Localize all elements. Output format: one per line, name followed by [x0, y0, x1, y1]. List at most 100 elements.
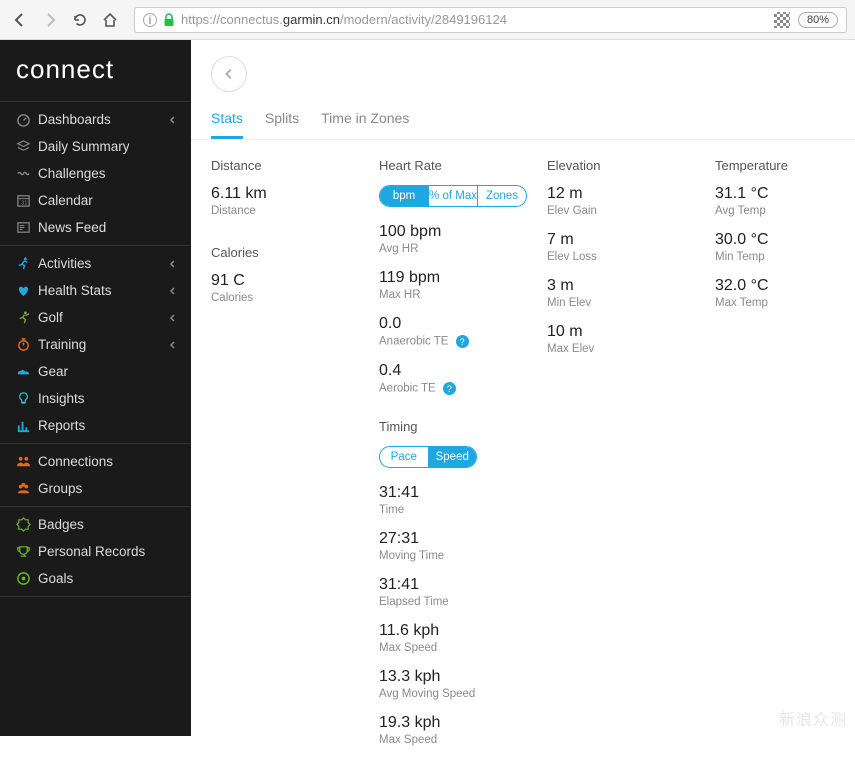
- sidebar-item-insights[interactable]: Insights: [0, 385, 191, 412]
- section-calories: Calories: [211, 245, 379, 260]
- pill-zones[interactable]: Zones: [477, 186, 526, 206]
- sidebar-item-activities[interactable]: Activities: [0, 250, 191, 277]
- metric-sublabel: Max Elev: [547, 343, 715, 355]
- metric-sublabel: Avg HR: [379, 243, 547, 255]
- chevron-down-icon: [167, 259, 177, 269]
- sidebar-item-goals[interactable]: Goals: [0, 565, 191, 592]
- hr-metric: 0.0 Anaerobic TE ?: [379, 315, 547, 348]
- metric-sublabel: Elev Loss: [547, 251, 715, 263]
- sidebar-item-groups[interactable]: Groups: [0, 475, 191, 502]
- timing-metric: 31:41Elapsed Time: [379, 576, 547, 608]
- zoom-badge[interactable]: 80%: [798, 12, 838, 28]
- metric-sublabel: Min Temp: [715, 251, 835, 263]
- sidebar-item-label: News Feed: [38, 220, 106, 235]
- metric-value: 0.0: [379, 315, 547, 333]
- logo: connect: [0, 40, 191, 101]
- sidebar-item-label: Insights: [38, 391, 85, 406]
- back-icon[interactable]: [8, 8, 32, 32]
- sidebar-item-label: Activities: [38, 256, 91, 271]
- metric-value: 3 m: [547, 277, 715, 295]
- tab-splits[interactable]: Splits: [265, 110, 299, 139]
- sidebar-item-news-feed[interactable]: News Feed: [0, 214, 191, 241]
- sidebar-item-label: Calendar: [38, 193, 93, 208]
- metric-value: 100 bpm: [379, 223, 547, 241]
- lock-icon: [163, 13, 175, 27]
- bulb-icon: [16, 391, 38, 406]
- sidebar-item-gear[interactable]: Gear: [0, 358, 191, 385]
- sidebar-item-label: Golf: [38, 310, 63, 325]
- metric-value: 12 m: [547, 185, 715, 203]
- chevron-down-icon: [167, 286, 177, 296]
- pill-pace[interactable]: Pace: [380, 447, 428, 467]
- elevation-metric: 10 mMax Elev: [547, 323, 715, 355]
- sidebar-item-calendar[interactable]: 31Calendar: [0, 187, 191, 214]
- temperature-metric: 32.0 °CMax Temp: [715, 277, 835, 309]
- metric-value: 7 m: [547, 231, 715, 249]
- section-timing: Timing: [379, 419, 547, 434]
- home-icon[interactable]: [98, 8, 122, 32]
- sidebar-item-training[interactable]: Training: [0, 331, 191, 358]
- timing-metric: 19.3 kphMax Speed: [379, 714, 547, 746]
- hr-metric: 100 bpm Avg HR: [379, 223, 547, 255]
- sidebar-item-personal-records[interactable]: Personal Records: [0, 538, 191, 565]
- sidebar-item-challenges[interactable]: Challenges: [0, 160, 191, 187]
- metric-sublabel: Moving Time: [379, 550, 547, 562]
- sidebar-item-label: Badges: [38, 517, 84, 532]
- sidebar-item-label: Groups: [38, 481, 82, 496]
- chevron-down-icon: [167, 115, 177, 125]
- section-elevation: Elevation: [547, 158, 715, 173]
- sidebar-item-connections[interactable]: Connections: [0, 448, 191, 475]
- reload-icon[interactable]: [68, 8, 92, 32]
- metric-calories: 91 C Calories: [211, 272, 379, 304]
- sidebar-item-label: Dashboards: [38, 112, 111, 127]
- sidebar-item-label: Daily Summary: [38, 139, 130, 154]
- tabs: Stats Splits Time in Zones: [191, 110, 855, 140]
- metric-sublabel: Max Speed: [379, 642, 547, 654]
- sidebar-item-label: Connections: [38, 454, 113, 469]
- metric-sublabel: Max HR: [379, 289, 547, 301]
- address-bar[interactable]: i https://connectus.garmin.cn/modern/act…: [134, 7, 847, 33]
- timing-metric: 31:41Time: [379, 484, 547, 516]
- heart-icon: [16, 283, 38, 298]
- info-icon[interactable]: i: [143, 13, 157, 27]
- metric-value: 31.1 °C: [715, 185, 835, 203]
- pill-pct-max[interactable]: % of Max: [428, 186, 477, 206]
- section-temperature: Temperature: [715, 158, 835, 173]
- layers-icon: [16, 139, 38, 154]
- elevation-metric: 3 mMin Elev: [547, 277, 715, 309]
- speedometer-icon: [16, 112, 38, 127]
- sidebar-item-label: Gear: [38, 364, 68, 379]
- info-icon[interactable]: ?: [443, 382, 456, 395]
- metric-value: 11.6 kph: [379, 622, 547, 640]
- people-icon: [16, 454, 38, 469]
- sidebar-item-dashboards[interactable]: Dashboards: [0, 106, 191, 133]
- sidebar-item-health-stats[interactable]: Health Stats: [0, 277, 191, 304]
- sidebar-item-golf[interactable]: Golf: [0, 304, 191, 331]
- sidebar-item-reports[interactable]: Reports: [0, 412, 191, 439]
- qr-icon[interactable]: [774, 12, 790, 28]
- stats-grid: Distance 6.11 km Distance Calories 91 C …: [191, 140, 855, 760]
- app: connect Dashboards Daily Summary Challenge…: [0, 40, 855, 736]
- pill-speed[interactable]: Speed: [428, 447, 477, 467]
- info-icon[interactable]: ?: [456, 335, 469, 348]
- timing-metric: 11.6 kph Max Speed: [379, 622, 547, 654]
- metric-value: 119 bpm: [379, 269, 547, 287]
- tab-stats[interactable]: Stats: [211, 110, 243, 139]
- stopwatch-icon: [16, 337, 38, 352]
- sidebar-item-badges[interactable]: Badges: [0, 511, 191, 538]
- sidebar-item-daily-summary[interactable]: Daily Summary: [0, 133, 191, 160]
- timing-metric: 27:31Moving Time: [379, 530, 547, 562]
- metric-value: 31:41: [379, 576, 547, 594]
- chart-icon: [16, 418, 38, 433]
- elevation-metric: 7 m Elev Loss: [547, 231, 715, 263]
- sidebar-item-label: Training: [38, 337, 86, 352]
- metric-value: 13.3 kph: [379, 668, 547, 686]
- tab-time-in-zones[interactable]: Time in Zones: [321, 110, 409, 139]
- news-icon: [16, 220, 38, 235]
- sidebar-item-label: Challenges: [38, 166, 106, 181]
- metric-sublabel: Max Temp: [715, 297, 835, 309]
- pill-bpm[interactable]: bpm: [380, 186, 428, 206]
- page-back-button[interactable]: [211, 56, 247, 92]
- metric-sublabel: Anaerobic TE ?: [379, 335, 547, 348]
- metric-value: 19.3 kph: [379, 714, 547, 732]
